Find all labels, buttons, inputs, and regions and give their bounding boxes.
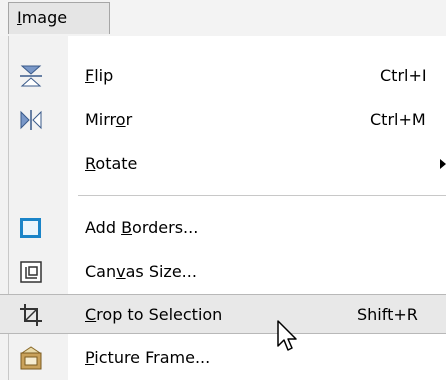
rotate-label: Rotate <box>85 154 138 173</box>
menu-item-flip[interactable]: Flip Ctrl+I <box>0 56 446 96</box>
image-menu-title[interactable]: Image <box>8 2 110 34</box>
flip-shortcut: Ctrl+I <box>380 66 427 85</box>
menu-item-crop-to-selection[interactable]: Crop to Selection Shift+R <box>0 294 446 334</box>
canvas-size-icon <box>18 259 44 285</box>
mirror-icon <box>18 107 44 133</box>
menu-item-picture-frame[interactable]: Picture Frame... <box>0 338 446 378</box>
mirror-label: Mirror <box>85 110 133 129</box>
mouse-cursor-icon <box>276 319 300 355</box>
flip-label: Flip <box>85 66 114 85</box>
crop-icon <box>18 302 44 328</box>
add-borders-icon <box>18 215 44 241</box>
mirror-shortcut: Ctrl+M <box>370 110 426 129</box>
canvas-size-label: Canvas Size... <box>85 262 197 281</box>
add-borders-label: Add Borders... <box>85 218 199 237</box>
menu-item-mirror[interactable]: Mirror Ctrl+M <box>0 100 446 140</box>
menu-bar: Image <box>0 0 446 37</box>
crop-to-selection-label: Crop to Selection <box>85 305 223 324</box>
picture-frame-label: Picture Frame... <box>85 348 211 367</box>
submenu-arrow-icon <box>440 159 446 169</box>
crop-shortcut: Shift+R <box>357 305 418 324</box>
picture-frame-icon <box>18 345 44 371</box>
menu-item-add-borders[interactable]: Add Borders... <box>0 208 446 248</box>
menu-item-canvas-size[interactable]: Canvas Size... <box>0 252 446 292</box>
menu-item-rotate[interactable]: Rotate <box>0 144 446 184</box>
flip-icon <box>18 63 44 89</box>
menu-separator <box>78 195 446 196</box>
